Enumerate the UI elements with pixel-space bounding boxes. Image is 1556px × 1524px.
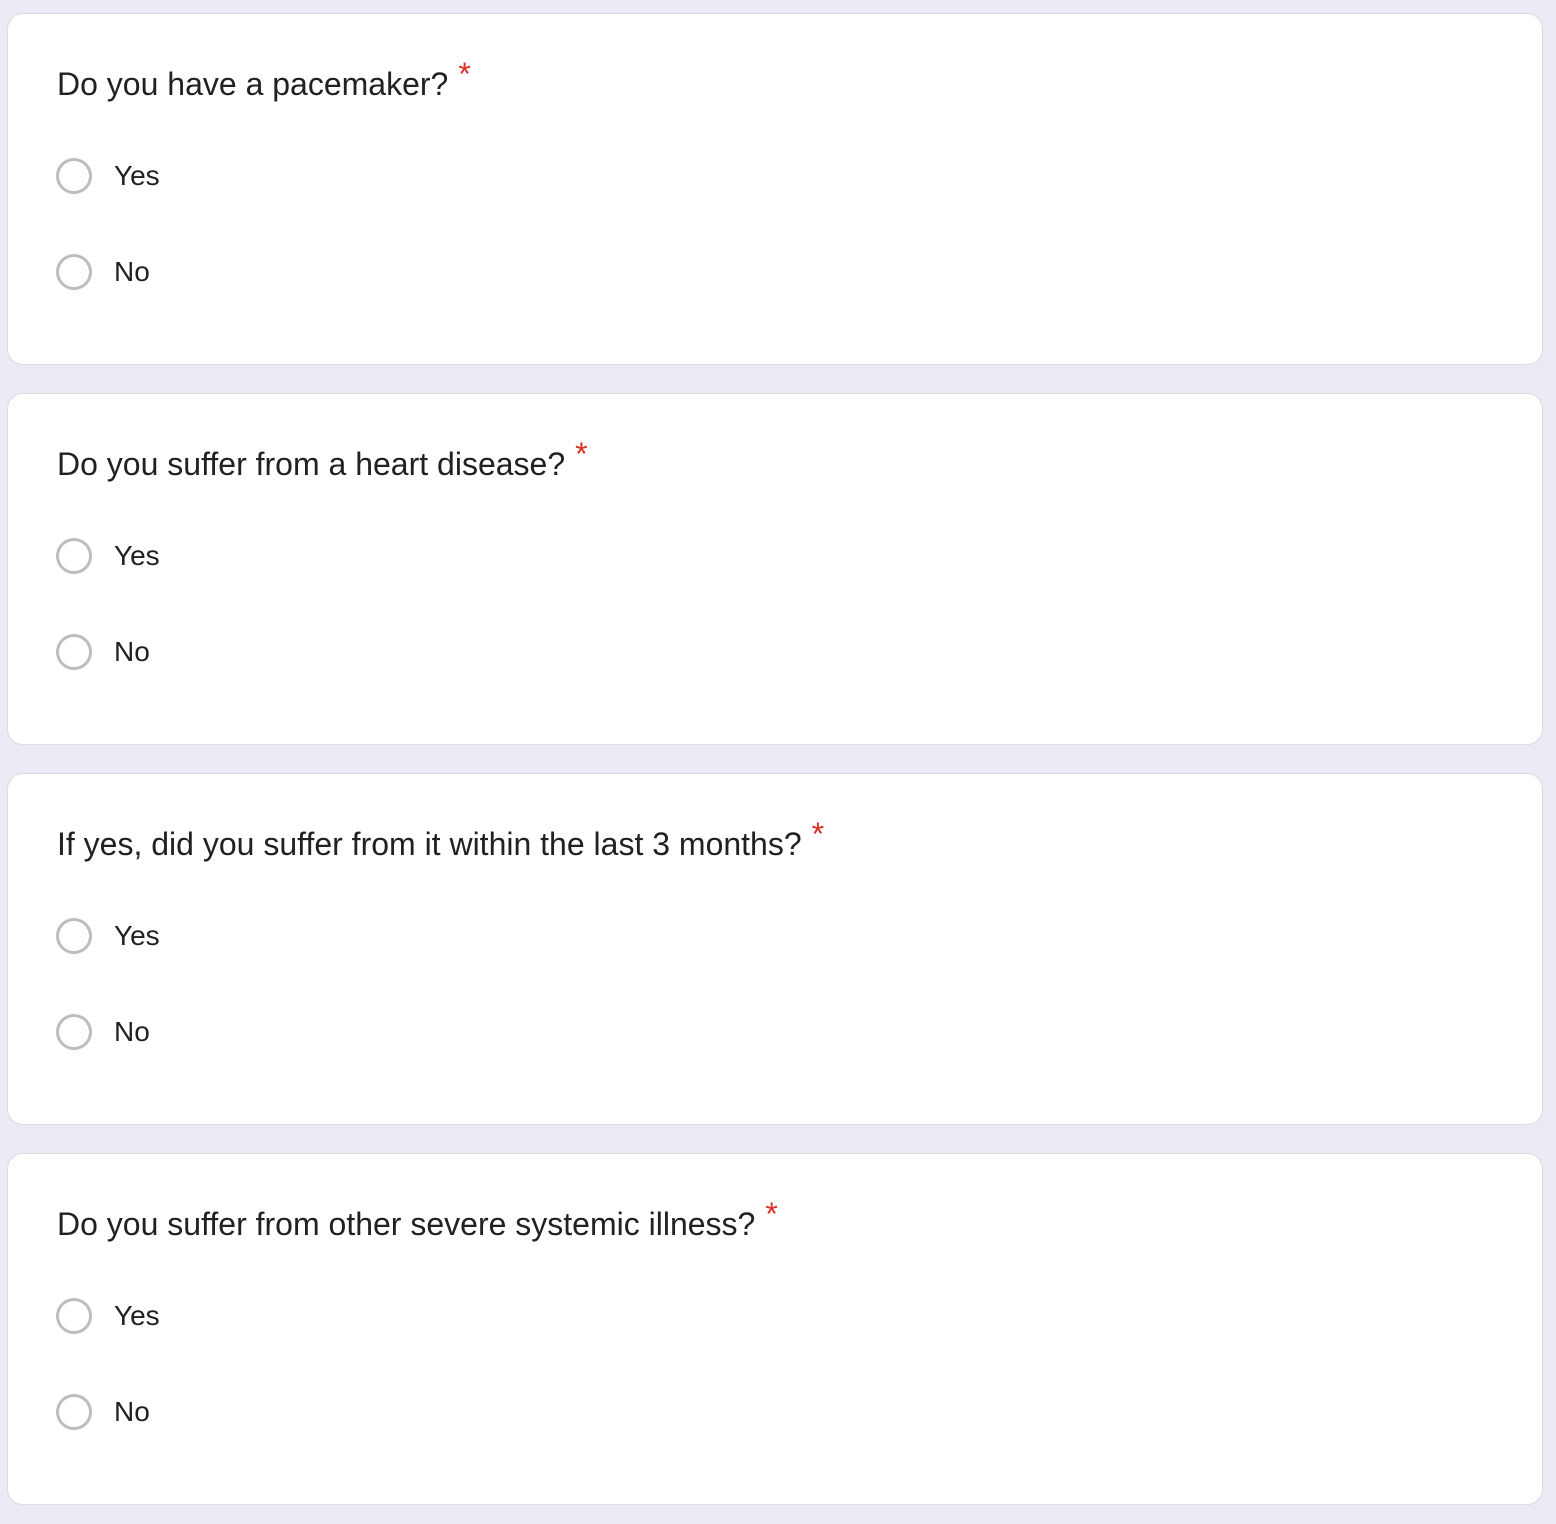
radio-button[interactable] (56, 918, 92, 954)
radio-option-yes[interactable]: Yes (56, 534, 160, 578)
radio-button[interactable] (56, 634, 92, 670)
question-card-heart-disease: Do you suffer from a heart disease? * Yes… (7, 393, 1543, 745)
radio-option-yes[interactable]: Yes (56, 154, 160, 198)
radio-button[interactable] (56, 254, 92, 290)
radio-option-no[interactable]: No (56, 1010, 150, 1054)
radio-option-label: No (114, 636, 150, 667)
required-asterisk: * (765, 1196, 778, 1232)
radio-button[interactable] (56, 538, 92, 574)
question-text: If yes, did you suffer from it within th… (57, 826, 802, 862)
radio-option-label: Yes (114, 920, 160, 951)
radio-option-label: No (114, 1396, 150, 1427)
radio-button[interactable] (56, 1394, 92, 1430)
question-card-last-3-months: If yes, did you suffer from it within th… (7, 773, 1543, 1125)
radio-option-label: Yes (114, 1300, 160, 1331)
required-asterisk: * (811, 816, 825, 852)
radio-option-yes[interactable]: Yes (56, 914, 160, 958)
question-title: Do you have a pacemaker? * (57, 56, 471, 104)
question-text: Do you suffer from other severe systemic… (57, 1206, 756, 1242)
radio-button[interactable] (56, 1014, 92, 1050)
question-card-pacemaker: Do you have a pacemaker? * Yes No (7, 13, 1543, 365)
radio-button[interactable] (56, 158, 92, 194)
radio-option-no[interactable]: No (56, 1390, 150, 1434)
question-title: Do you suffer from other severe systemic… (57, 1196, 778, 1244)
question-title: If yes, did you suffer from it within th… (57, 816, 824, 864)
radio-button[interactable] (56, 1298, 92, 1334)
question-title: Do you suffer from a heart disease? * (57, 436, 588, 484)
radio-option-label: No (114, 256, 150, 287)
question-text: Do you suffer from a heart disease? (57, 446, 566, 482)
radio-option-no[interactable]: No (56, 250, 150, 294)
question-text: Do you have a pacemaker? (57, 66, 449, 102)
radio-option-label: No (114, 1016, 150, 1047)
required-asterisk: * (575, 436, 588, 472)
radio-option-no[interactable]: No (56, 630, 150, 674)
required-asterisk: * (458, 56, 471, 92)
radio-option-label: Yes (114, 160, 160, 191)
question-card-systemic-illness: Do you suffer from other severe systemic… (7, 1153, 1543, 1505)
radio-option-yes[interactable]: Yes (56, 1294, 160, 1338)
radio-option-label: Yes (114, 540, 160, 571)
